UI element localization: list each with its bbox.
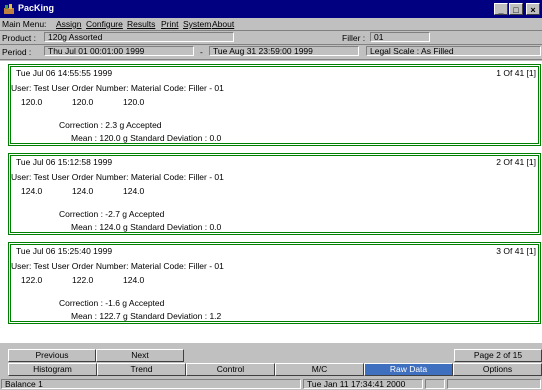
product-field: 120g Assorted xyxy=(44,32,234,42)
page-navigation: Previous Next Page 2 of 15 xyxy=(0,349,542,362)
menu-print[interactable]: Print xyxy=(161,19,178,29)
raw-data-area: Tue Jul 06 14:55:55 1999 1 Of 41 [1] Use… xyxy=(0,61,542,343)
period-row: Period : Thu Jul 01 00:01:00 1999 - Tue … xyxy=(0,46,542,57)
record-panel: Tue Jul 06 14:55:55 1999 1 Of 41 [1] Use… xyxy=(8,64,541,146)
record-value: 120.0 xyxy=(123,97,145,107)
next-button[interactable]: Next xyxy=(96,349,184,362)
filler-label: Filler : xyxy=(342,33,366,43)
status-datetime: Tue Jan 11 17:34:41 2000 xyxy=(303,379,423,389)
record-value: 124.0 xyxy=(72,186,94,196)
tab-options[interactable]: Options xyxy=(453,363,542,376)
menu-system[interactable]: System xyxy=(183,19,211,29)
status-panel xyxy=(425,379,445,389)
previous-button[interactable]: Previous xyxy=(8,349,96,362)
record-header: User: Test User Order Number: Material C… xyxy=(11,172,224,182)
minimize-button[interactable]: _ xyxy=(494,3,508,15)
tab-control[interactable]: Control xyxy=(186,363,275,376)
record-correction: Correction : -1.6 g Accepted xyxy=(59,298,165,308)
divider xyxy=(0,44,542,45)
tab-mc[interactable]: M/C xyxy=(275,363,364,376)
period-start-field: Thu Jul 01 00:01:00 1999 xyxy=(44,46,194,56)
app-icon xyxy=(4,4,14,14)
record-stats: Mean : 120.0 g Standard Deviation : 0.0 xyxy=(71,133,222,143)
menu-about[interactable]: About xyxy=(212,19,234,29)
period-separator: - xyxy=(200,47,203,57)
tab-trend[interactable]: Trend xyxy=(97,363,186,376)
filler-field: 01 xyxy=(370,32,430,42)
record-value: 124.0 xyxy=(21,186,43,196)
product-label: Product : xyxy=(2,33,37,43)
record-correction: Correction : 2.3 g Accepted xyxy=(59,120,162,130)
menu-configure[interactable]: Configure xyxy=(86,19,123,29)
record-timestamp: Tue Jul 06 15:25:40 1999 xyxy=(16,246,113,256)
record-page: 3 Of 41 [1] xyxy=(496,246,536,256)
status-balance: Balance 1 xyxy=(1,379,301,389)
record-page: 1 Of 41 [1] xyxy=(496,68,536,78)
maximize-button[interactable]: □ xyxy=(509,3,523,15)
legal-scale-field: Legal Scale : As Filled xyxy=(366,46,541,56)
title-bar: PacKing _ □ × xyxy=(0,0,542,18)
record-page: 2 Of 41 [1] xyxy=(496,157,536,167)
record-value: 122.0 xyxy=(21,275,43,285)
close-button[interactable]: × xyxy=(526,3,540,15)
record-value: 124.0 xyxy=(123,186,145,196)
record-header: User: Test User Order Number: Material C… xyxy=(11,261,224,271)
page-indicator: Page 2 of 15 xyxy=(454,349,542,362)
record-value: 122.0 xyxy=(72,275,94,285)
record-stats: Mean : 124.0 g Standard Deviation : 0.0 xyxy=(71,222,222,232)
status-panel xyxy=(447,379,541,389)
divider xyxy=(0,59,542,60)
tab-raw-data[interactable]: Raw Data xyxy=(364,363,453,376)
period-end-field: Tue Aug 31 23:59:00 1999 xyxy=(209,46,359,56)
divider xyxy=(0,30,542,31)
tab-histogram[interactable]: Histogram xyxy=(8,363,97,376)
menu-results[interactable]: Results xyxy=(127,19,155,29)
period-label: Period : xyxy=(2,47,32,57)
record-panel: Tue Jul 06 15:25:40 1999 3 Of 41 [1] Use… xyxy=(8,242,541,324)
menu-bar: Main Menu: Assign Configure Results Prin… xyxy=(0,18,542,30)
record-correction: Correction : -2.7 g Accepted xyxy=(59,209,165,219)
record-panel: Tue Jul 06 15:12:58 1999 2 Of 41 [1] Use… xyxy=(8,153,541,235)
record-value: 124.0 xyxy=(123,275,145,285)
product-row: Product : 120g Assorted Filler : 01 xyxy=(0,32,542,43)
record-value: 120.0 xyxy=(72,97,94,107)
status-bar: Balance 1 Tue Jan 11 17:34:41 2000 xyxy=(0,378,542,390)
record-stats: Mean : 122.7 g Standard Deviation : 1.2 xyxy=(71,311,222,321)
window-title: PacKing xyxy=(18,3,55,13)
record-timestamp: Tue Jul 06 15:12:58 1999 xyxy=(16,157,113,167)
menu-assign[interactable]: Assign xyxy=(56,19,82,29)
view-tabs: Histogram Trend Control M/C Raw Data Opt… xyxy=(0,363,542,376)
record-value: 120.0 xyxy=(21,97,43,107)
record-header: User: Test User Order Number: Material C… xyxy=(11,83,224,93)
menu-prefix: Main Menu: xyxy=(2,19,47,29)
record-timestamp: Tue Jul 06 14:55:55 1999 xyxy=(16,68,113,78)
